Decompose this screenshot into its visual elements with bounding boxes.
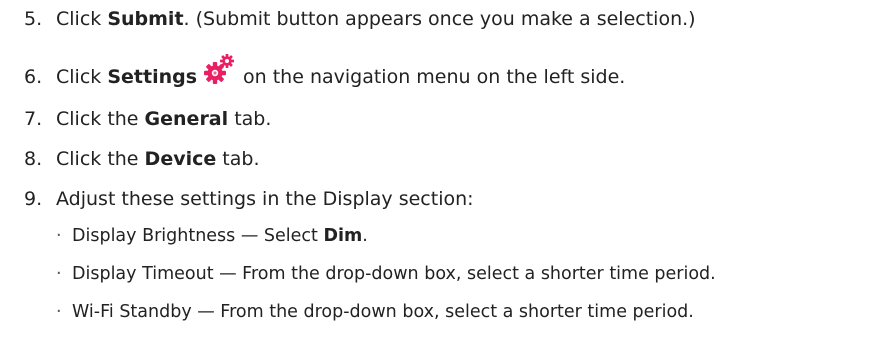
step-text: . (Submit button appears once you make a… <box>183 8 696 30</box>
substep-wifi-standby: · Wi-Fi Standby — From the drop-down box,… <box>56 301 694 323</box>
bullet: · <box>56 226 62 246</box>
substep-display-brightness: · Display Brightness — Select Dim. <box>56 225 368 247</box>
step-text: Click <box>56 8 108 30</box>
dim-label: Dim <box>323 226 363 246</box>
device-label: Device <box>144 148 217 170</box>
submit-label: Submit <box>107 8 184 30</box>
step-6: 6. Click Settings on the navigation menu… <box>24 54 626 89</box>
bullet: · <box>56 302 62 322</box>
substep-display-timeout: · Display Timeout — From the drop-down bo… <box>56 263 716 285</box>
substep-text: Display Brightness — Select <box>72 226 324 246</box>
step-text: Click the <box>56 108 145 130</box>
step-text: tab. <box>216 148 260 170</box>
step-number: 9. <box>24 188 43 210</box>
step-8: 8. Click the Device tab. <box>24 147 260 171</box>
step-5: 5. Click Submit. (Submit button appears o… <box>24 7 696 31</box>
step-9: 9. Adjust these settings in the Display s… <box>24 187 474 211</box>
instruction-document: 5. Click Submit. (Submit button appears o… <box>0 0 893 347</box>
substep-text: Display Timeout — From the drop-down box… <box>72 264 716 284</box>
step-number: 8. <box>24 148 43 170</box>
step-number: 7. <box>24 108 43 130</box>
substep-text: . <box>362 226 368 246</box>
step-text: on the navigation menu on the left side. <box>243 66 626 88</box>
step-7: 7. Click the General tab. <box>24 107 271 131</box>
step-text: Click <box>56 66 108 88</box>
bullet: · <box>56 264 62 284</box>
step-text: Adjust these settings in the Display sec… <box>56 188 474 210</box>
step-number: 5. <box>24 8 43 30</box>
step-number: 6. <box>24 66 43 88</box>
step-text: Click the <box>56 148 145 170</box>
settings-gear-icon <box>203 54 235 87</box>
general-label: General <box>144 108 229 130</box>
substep-text: Wi-Fi Standby — From the drop-down box, … <box>72 302 694 322</box>
settings-label: Settings <box>107 66 198 88</box>
step-text: tab. <box>228 108 272 130</box>
